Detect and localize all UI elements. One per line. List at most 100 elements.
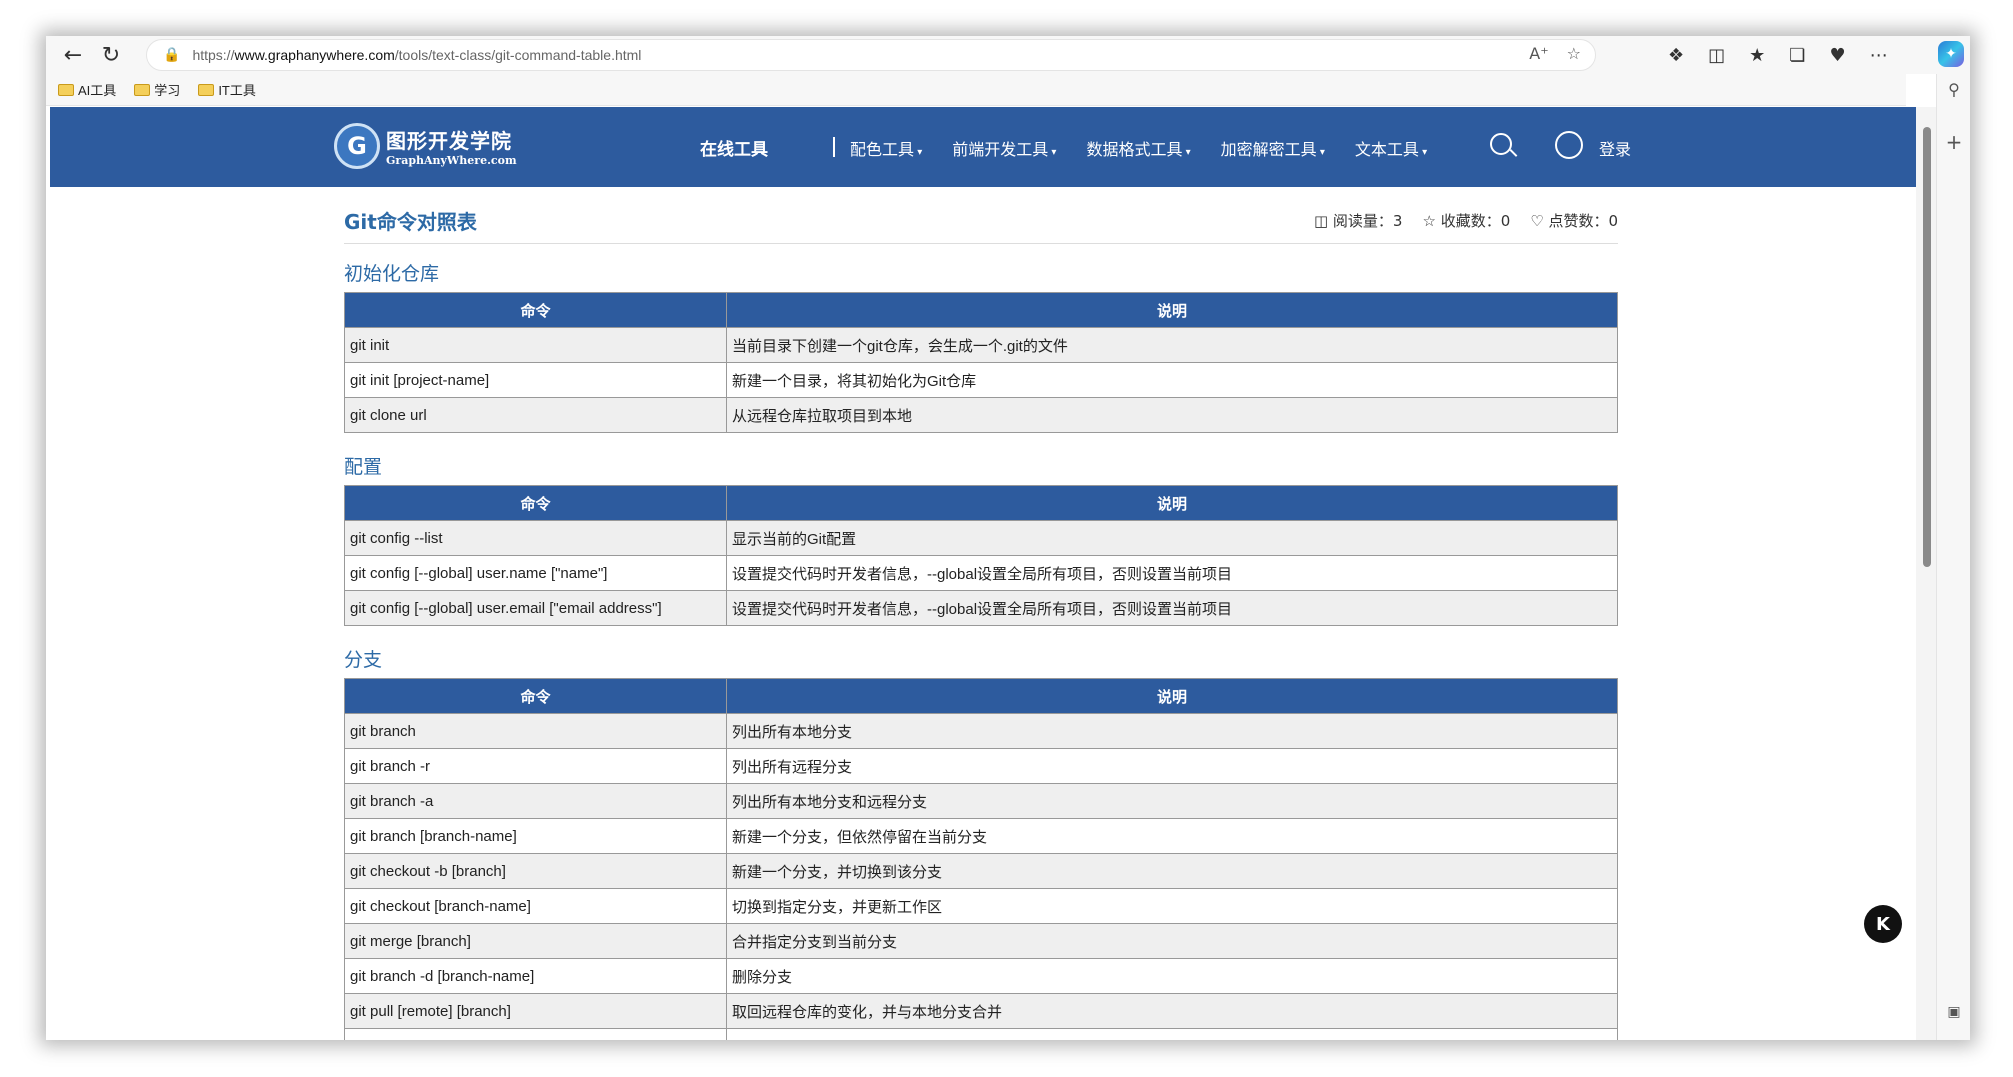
scroll-thumb[interactable] <box>1923 127 1931 567</box>
table-row: git branch [branch-name] 新建一个分支，但依然停留在当前分… <box>344 818 1618 854</box>
refresh-button[interactable]: ↻ <box>92 36 130 74</box>
command-cell: git config [--global] user.name ["name"] <box>344 555 727 591</box>
screenshot-icon[interactable]: ▣ <box>1937 1004 1970 1020</box>
column-header-description: 说明 <box>726 485 1618 521</box>
like-count[interactable]: ♡ 点赞数：0 <box>1530 210 1618 231</box>
back-button[interactable]: ← <box>54 36 92 74</box>
description-cell: 显示当前的Git配置 <box>726 520 1618 556</box>
bookmark-folder[interactable]: 学习 <box>134 80 180 99</box>
table-row: git pull [remote] [branch] 取回远程仓库的变化，并与本地… <box>344 993 1618 1029</box>
logo-subtitle: GraphAnyWhere.com <box>386 154 517 167</box>
copilot-icon[interactable]: ✦ <box>1938 41 1964 67</box>
command-cell: git branch [branch-name] <box>344 818 727 854</box>
search-icon[interactable] <box>1490 133 1512 155</box>
column-header-command: 命令 <box>344 678 727 714</box>
command-cell: git branch -r <box>344 748 727 784</box>
column-header-command: 命令 <box>344 485 727 521</box>
description-cell: 新建一个分支，并切换到该分支 <box>726 853 1618 889</box>
page-title: Git命令对照表 <box>344 210 477 234</box>
table-row: git init [project-name] 新建一个目录，将其初始化为Git仓… <box>344 362 1618 398</box>
favorite-star-icon[interactable]: ☆ <box>1567 44 1581 63</box>
table-row <box>344 1028 1618 1040</box>
nav-online-tools[interactable]: 在线工具 <box>700 135 768 160</box>
command-table: 命令 说明 git branch 列出所有本地分支 git branch -r 列出… <box>344 678 1618 1040</box>
command-cell: git checkout -b [branch] <box>344 853 727 889</box>
floating-helper-button[interactable]: K <box>1864 905 1902 943</box>
collections-icon[interactable]: ❏ <box>1789 45 1805 66</box>
table-row: git checkout [branch-name] 切换到指定分支，并更新工作区 <box>344 888 1618 924</box>
command-cell: git config --list <box>344 520 727 556</box>
command-cell: git branch -d [branch-name] <box>344 958 727 994</box>
command-cell: git config [--global] user.email ["email… <box>344 590 727 626</box>
description-cell: 列出所有本地分支 <box>726 713 1618 749</box>
table-row: git branch -d [branch-name] 删除分支 <box>344 958 1618 994</box>
nav-menu: 配色工具 前端开发工具 数据格式工具 加密解密工具 文本工具 <box>850 136 1427 160</box>
page-scrollbar[interactable] <box>1916 107 1936 1040</box>
search-icon[interactable]: ⚲ <box>1937 80 1970 99</box>
folder-icon <box>58 83 74 96</box>
nav-crypto-tools[interactable]: 加密解密工具 <box>1221 136 1325 160</box>
command-cell: git checkout [branch-name] <box>344 888 727 924</box>
logo-g-icon: G <box>334 123 380 169</box>
browser-window: ← ↻ 🔒 https://www.graphanywhere.com/tool… <box>46 36 1970 1040</box>
table-row: git config [--global] user.email ["email… <box>344 590 1618 626</box>
split-screen-icon[interactable]: ◫ <box>1708 45 1725 66</box>
article-stats: ◫ 阅读量：3 ☆ 收藏数：0 ♡ 点赞数：0 <box>1314 210 1618 231</box>
add-icon[interactable]: + <box>1937 130 1970 154</box>
description-cell: 列出所有本地分支和远程分支 <box>726 783 1618 819</box>
description-cell: 从远程仓库拉取项目到本地 <box>726 397 1618 433</box>
section-title: 配置 <box>344 456 383 478</box>
description-cell: 取回远程仓库的变化，并与本地分支合并 <box>726 993 1618 1029</box>
description-cell: 新建一个目录，将其初始化为Git仓库 <box>726 362 1618 398</box>
url-text: https://www.graphanywhere.com/tools/text… <box>192 47 642 63</box>
description-cell: 设置提交代码时开发者信息，--global设置全局所有项目，否则设置当前项目 <box>726 555 1618 591</box>
browser-toolbar: ← ↻ 🔒 https://www.graphanywhere.com/tool… <box>46 36 1970 74</box>
table-row: git init 当前目录下创建一个git仓库，会生成一个.git的文件 <box>344 327 1618 363</box>
command-cell: git merge [branch] <box>344 923 727 959</box>
table-row: git config --list 显示当前的Git配置 <box>344 520 1618 556</box>
nav-text-tools[interactable]: 文本工具 <box>1355 136 1427 160</box>
read-aloud-icon[interactable]: A⁺ <box>1529 44 1548 63</box>
nav-color-tools[interactable]: 配色工具 <box>850 136 922 160</box>
more-menu-icon[interactable]: ⋯ <box>1870 45 1888 66</box>
browser-sidebar: ⚲ + ▣ ⚙ <box>1936 74 1970 1040</box>
nav-frontend-tools[interactable]: 前端开发工具 <box>952 136 1056 160</box>
description-cell: 删除分支 <box>726 958 1618 994</box>
bookmarks-bar: AI工具 学习 IT工具 <box>46 74 1906 106</box>
read-count: ◫ 阅读量：3 <box>1313 212 1403 230</box>
command-cell: git init <box>344 327 727 363</box>
web-page: G 图形开发学院 GraphAnyWhere.com 在线工具 配色工具 前端开… <box>50 107 1916 1040</box>
login-link[interactable]: 登录 <box>1599 136 1631 160</box>
nav-data-format-tools[interactable]: 数据格式工具 <box>1086 136 1190 160</box>
bookmark-folder[interactable]: IT工具 <box>198 80 256 99</box>
section-title: 初始化仓库 <box>344 263 440 285</box>
table-row: git clone url 从远程仓库拉取项目到本地 <box>344 397 1618 433</box>
browser-essentials-icon[interactable]: ♥ <box>1829 45 1845 66</box>
command-cell: git clone url <box>344 397 727 433</box>
description-cell: 切换到指定分支，并更新工作区 <box>726 888 1618 924</box>
site-navbar: G 图形开发学院 GraphAnyWhere.com 在线工具 配色工具 前端开… <box>50 107 1916 187</box>
favorite-count[interactable]: ☆ 收藏数：0 <box>1422 210 1510 231</box>
section-title: 分支 <box>344 649 383 671</box>
user-icon[interactable] <box>1555 131 1583 159</box>
command-table: 命令 说明 git config --list 显示当前的Git配置 git co… <box>344 485 1618 626</box>
bookmark-folder[interactable]: AI工具 <box>58 80 116 99</box>
article-header: Git命令对照表 ◫ 阅读量：3 ☆ 收藏数：0 ♡ 点赞数：0 <box>344 202 1618 244</box>
table-row: git merge [branch] 合并指定分支到当前分支 <box>344 923 1618 959</box>
nav-separator <box>833 137 835 157</box>
extensions-icon[interactable]: ❖ <box>1668 45 1684 66</box>
lock-icon: 🔒 <box>163 47 181 63</box>
command-cell: git branch <box>344 713 727 749</box>
description-cell <box>726 1028 1618 1040</box>
folder-icon <box>134 83 151 96</box>
folder-icon <box>198 83 215 96</box>
logo-title: 图形开发学院 <box>386 129 512 153</box>
command-table: 命令 说明 git init 当前目录下创建一个git仓库，会生成一个.git的文… <box>344 292 1618 433</box>
table-row: git branch -r 列出所有远程分支 <box>344 748 1618 784</box>
favorites-icon[interactable]: ★ <box>1749 45 1765 66</box>
address-bar[interactable]: 🔒 https://www.graphanywhere.com/tools/te… <box>146 39 1596 71</box>
command-cell: git branch -a <box>344 783 727 819</box>
description-cell: 当前目录下创建一个git仓库，会生成一个.git的文件 <box>726 327 1618 363</box>
command-cell <box>344 1028 727 1040</box>
site-logo[interactable]: G 图形开发学院 GraphAnyWhere.com <box>334 123 517 169</box>
